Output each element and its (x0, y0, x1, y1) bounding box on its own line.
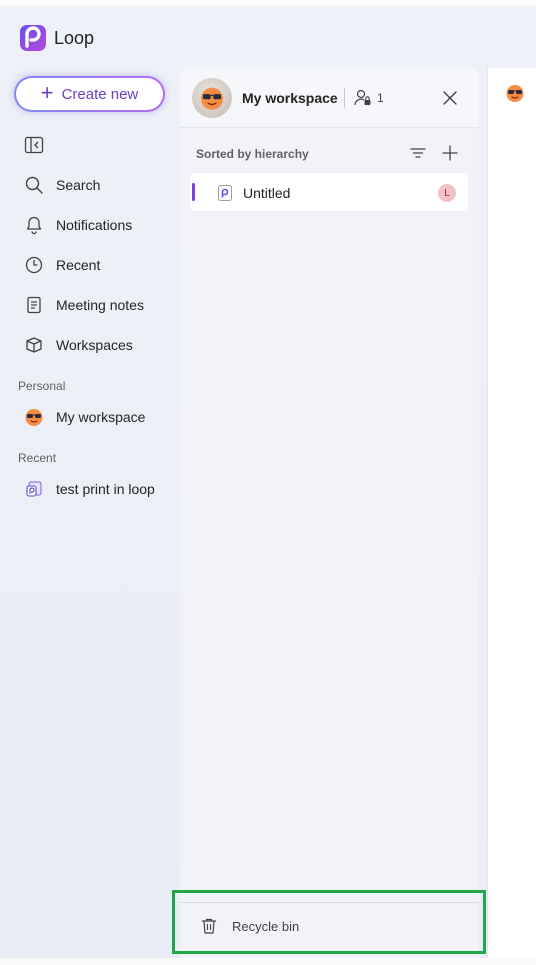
close-icon[interactable] (440, 88, 460, 108)
sunglasses-face-icon (25, 409, 43, 426)
content-panel (487, 68, 536, 958)
nav-my-workspace[interactable]: My workspace (24, 405, 145, 429)
nav-recent-test-print[interactable]: test print in loop (24, 477, 155, 501)
collapse-sidebar-icon[interactable] (24, 136, 44, 154)
filter-icon[interactable] (408, 143, 428, 163)
person-lock-icon (354, 89, 371, 106)
app-logo[interactable]: Loop (20, 25, 94, 51)
trash-icon (201, 918, 217, 934)
loop-page-icon (218, 185, 232, 201)
members-button[interactable]: 1 (353, 88, 384, 108)
bell-icon (26, 216, 42, 235)
recycle-bin-label: Recycle bin (232, 918, 300, 934)
workspaces-icon (26, 337, 42, 353)
loop-page-icon (26, 481, 42, 497)
member-count: 1 (377, 91, 384, 105)
nav-workspaces-label: Workspaces (56, 337, 133, 353)
workspace-header: My workspace 1 (180, 68, 479, 128)
selected-indicator (192, 183, 195, 201)
nav-my-workspace-label: My workspace (56, 409, 146, 425)
nav-notifications-label: Notifications (56, 217, 133, 233)
header-divider (344, 88, 345, 108)
sunglasses-face-icon (200, 87, 224, 110)
workspace-avatar[interactable] (192, 78, 232, 118)
nav-search-label: Search (56, 177, 101, 193)
bottom-strip (0, 958, 536, 965)
loop-logo-icon (20, 25, 46, 51)
page-row-untitled[interactable]: Untitled L (190, 173, 468, 211)
nav-recent-label: Recent (56, 257, 101, 273)
nav-recent-test-print-label: test print in loop (56, 481, 155, 497)
sunglasses-face-icon (506, 85, 524, 102)
notes-icon (27, 296, 41, 314)
nav-search[interactable]: Search (24, 173, 100, 197)
workspace-panel: My workspace 1 Sorted by hierarchy Untit… (180, 68, 479, 958)
search-icon (25, 176, 43, 194)
loop-app: Loop + Create new Search Notifications R… (0, 0, 536, 965)
section-recent: Recent (18, 451, 57, 465)
clock-icon (25, 256, 43, 274)
top-strip (0, 0, 536, 6)
nav-meeting-notes[interactable]: Meeting notes (24, 293, 144, 317)
app-name: Loop (54, 27, 95, 48)
workspace-title: My workspace (242, 90, 338, 106)
page-title: Untitled (243, 185, 291, 201)
nav-recent[interactable]: Recent (24, 253, 100, 277)
author-avatar: L (438, 184, 456, 202)
recycle-divider (180, 902, 479, 903)
create-new-button[interactable]: + Create new (14, 76, 165, 112)
recycle-bin-button[interactable]: Recycle bin (200, 917, 299, 935)
sort-label: Sorted by hierarchy (196, 147, 309, 161)
nav-workspaces[interactable]: Workspaces (24, 333, 133, 357)
nav-notifications[interactable]: Notifications (24, 213, 132, 237)
create-new-label: Create new (61, 85, 139, 103)
section-personal: Personal (18, 379, 66, 393)
nav-meeting-notes-label: Meeting notes (56, 297, 144, 313)
add-page-icon[interactable] (440, 143, 460, 163)
plus-icon: + (40, 80, 54, 105)
